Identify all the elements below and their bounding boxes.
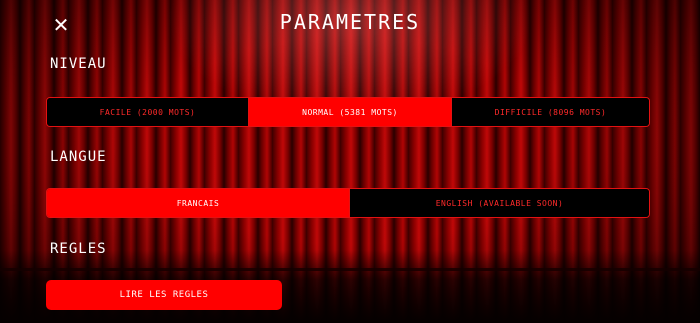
difficulty-option-hard[interactable]: DIFFICILE (8096 MOTS) xyxy=(451,98,649,126)
language-option-english[interactable]: ENGLISH (AVAILABLE SOON) xyxy=(349,189,649,217)
page-title: PARAMETRES xyxy=(279,10,421,34)
language-option-francais[interactable]: FRANCAIS xyxy=(47,189,349,217)
section-label-niveau: NIVEAU xyxy=(50,56,107,72)
read-rules-button[interactable]: LIRE LES REGLES xyxy=(46,280,282,310)
language-selector: FRANCAIS ENGLISH (AVAILABLE SOON) xyxy=(46,188,650,218)
difficulty-option-easy[interactable]: FACILE (2000 MOTS) xyxy=(47,98,248,126)
difficulty-option-normal[interactable]: NORMAL (5381 MOTS) xyxy=(248,98,451,126)
section-label-langue: LANGUE xyxy=(50,149,107,165)
settings-screen: ✕ PARAMETRES NIVEAU FACILE (2000 MOTS) N… xyxy=(0,0,700,323)
difficulty-selector: FACILE (2000 MOTS) NORMAL (5381 MOTS) DI… xyxy=(46,97,650,127)
section-label-regles: REGLES xyxy=(50,241,107,257)
